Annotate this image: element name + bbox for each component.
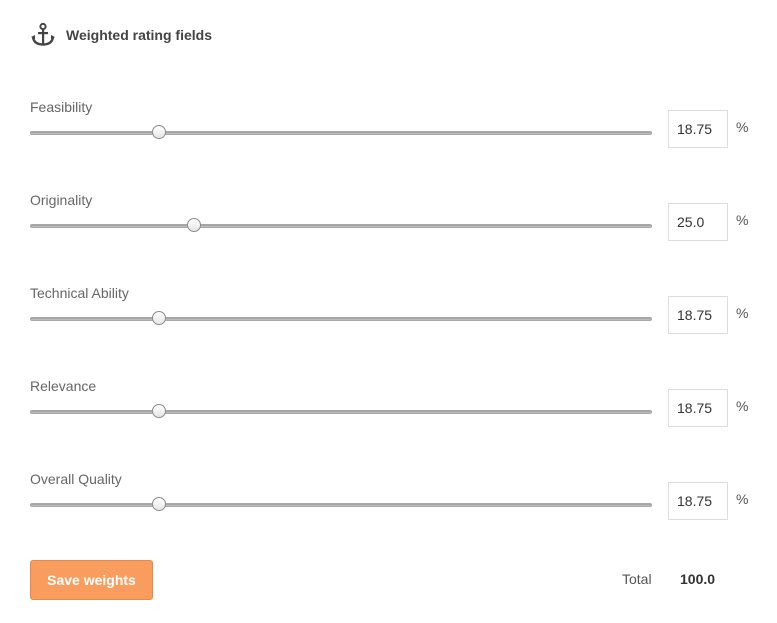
slider-thumb[interactable] bbox=[151, 311, 166, 325]
weight-field-technical-ability: Technical Ability % bbox=[30, 285, 760, 345]
weight-slider[interactable] bbox=[30, 311, 652, 325]
weight-field-relevance: Relevance % bbox=[30, 378, 760, 438]
section-title: Weighted rating fields bbox=[66, 27, 212, 43]
percent-unit: % bbox=[736, 305, 749, 321]
weight-slider[interactable] bbox=[30, 404, 652, 418]
weight-slider[interactable] bbox=[30, 497, 652, 511]
weight-input[interactable] bbox=[668, 203, 728, 241]
section-header: Weighted rating fields bbox=[30, 22, 212, 48]
percent-unit: % bbox=[736, 119, 749, 135]
field-label: Feasibility bbox=[30, 99, 93, 115]
save-weights-button[interactable]: Save weights bbox=[30, 560, 153, 600]
weight-field-feasibility: Feasibility % bbox=[30, 99, 760, 159]
weight-input[interactable] bbox=[668, 482, 728, 520]
field-label: Relevance bbox=[30, 378, 97, 394]
total-label: Total bbox=[622, 571, 652, 587]
percent-unit: % bbox=[736, 212, 749, 228]
weight-slider[interactable] bbox=[30, 218, 652, 232]
field-label: Originality bbox=[30, 192, 93, 208]
field-label: Technical Ability bbox=[30, 285, 129, 301]
weight-input[interactable] bbox=[668, 110, 728, 148]
percent-unit: % bbox=[736, 491, 749, 507]
weight-input[interactable] bbox=[668, 389, 728, 427]
anchor-icon bbox=[30, 22, 56, 48]
total-value: 100.0 bbox=[680, 571, 716, 587]
weight-slider[interactable] bbox=[30, 125, 652, 139]
weight-field-originality: Originality % bbox=[30, 192, 760, 252]
slider-thumb[interactable] bbox=[151, 497, 166, 511]
field-label: Overall Quality bbox=[30, 471, 122, 487]
weight-input[interactable] bbox=[668, 296, 728, 334]
slider-thumb[interactable] bbox=[151, 404, 166, 418]
slider-thumb[interactable] bbox=[151, 125, 166, 139]
percent-unit: % bbox=[736, 398, 749, 414]
slider-thumb[interactable] bbox=[187, 218, 202, 232]
weight-field-overall-quality: Overall Quality % bbox=[30, 471, 760, 531]
